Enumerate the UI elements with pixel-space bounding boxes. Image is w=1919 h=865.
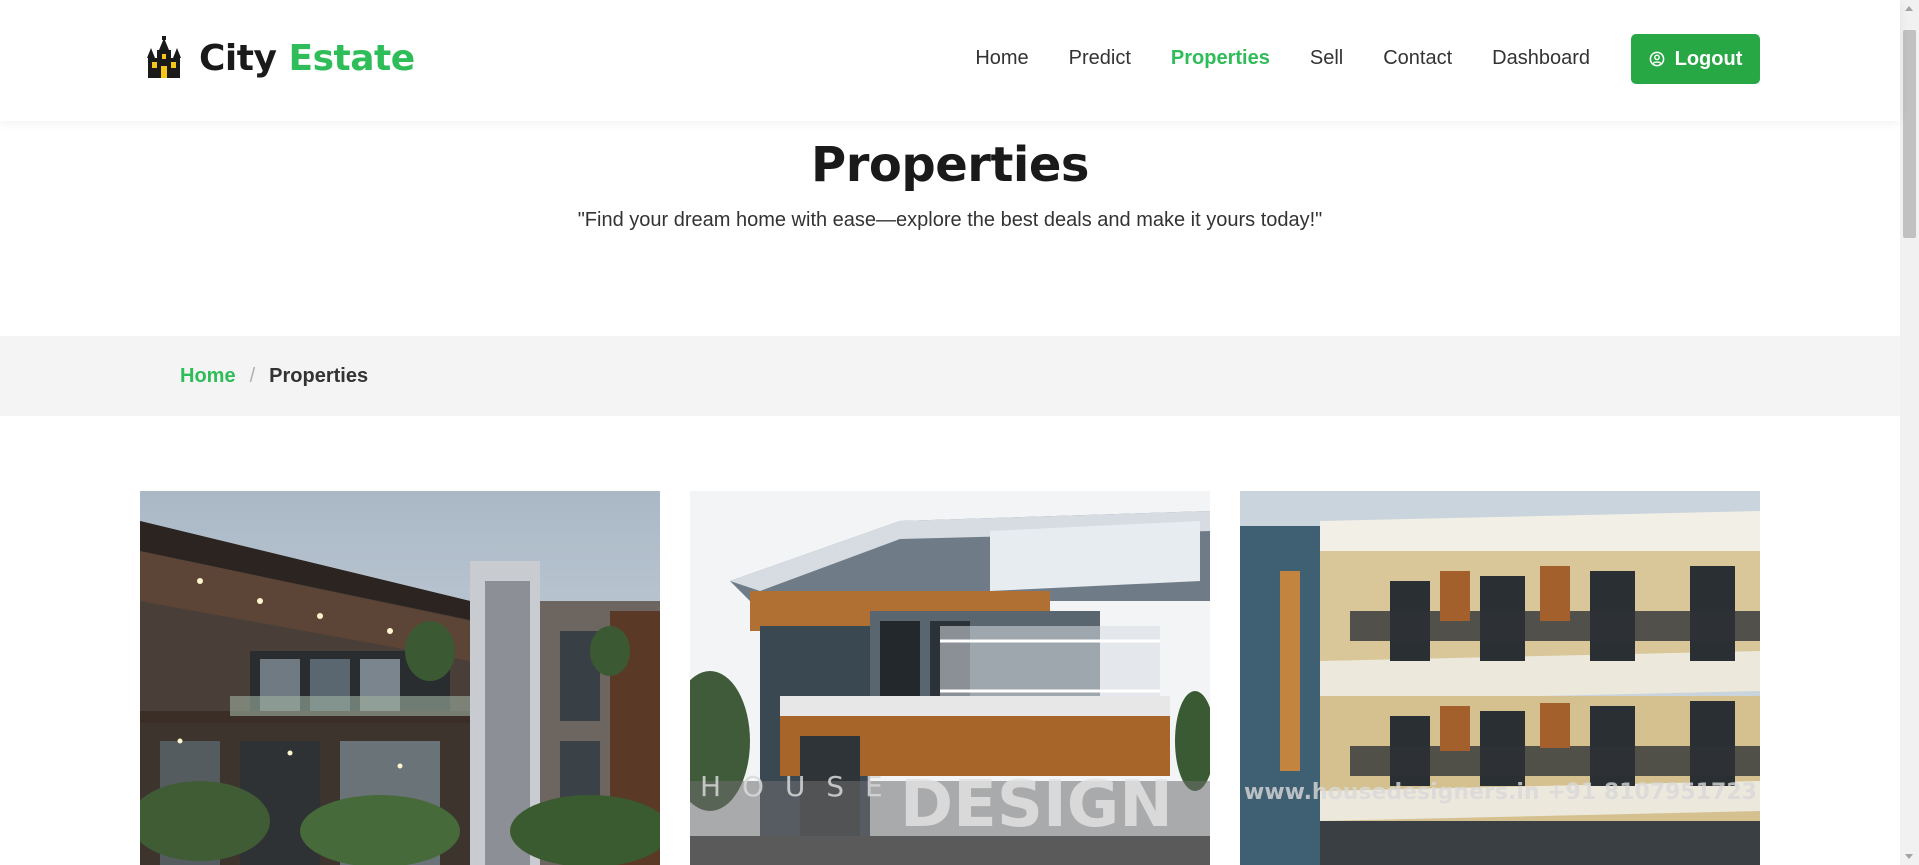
brand-logo[interactable]: City Estate [145,36,415,80]
navbar: City Estate Home Predict Properties Sell… [0,0,1900,121]
nav-link-properties[interactable]: Properties [1171,47,1270,70]
nav-link-predict[interactable]: Predict [1069,47,1131,70]
nav-menu: Home Predict Properties Sell Contact Das… [935,47,1590,70]
property-card-2[interactable]: H O U S E DESIGN [690,491,1210,865]
breadcrumb-home-link[interactable]: Home [180,365,236,388]
property-card-3[interactable]: www.housedesigners.in +91 8107951723 [1240,491,1760,865]
watermark-small-text: H O U S E [700,770,889,803]
haunted-house-icon [147,36,181,78]
breadcrumb-current: Properties [269,365,369,387]
property-image-2: H O U S E DESIGN [690,491,1210,865]
watermark-url-text: www.housedesigners.in +91 8107951723 [1244,780,1757,805]
nav-link-sell[interactable]: Sell [1310,47,1343,70]
property-card-1[interactable] [140,491,660,865]
scroll-down-arrow-icon[interactable] [1905,854,1913,859]
nav-link-contact[interactable]: Contact [1383,47,1452,70]
property-image-3: www.housedesigners.in +91 8107951723 [1240,491,1760,865]
logout-button[interactable]: Logout [1631,34,1760,84]
breadcrumb: Home / Properties [180,365,368,388]
property-image-1 [140,491,660,865]
breadcrumb-bar: Home / Properties [0,336,1900,416]
scroll-up-arrow-icon[interactable] [1905,6,1913,11]
brand-name-estate: Estate [288,37,415,79]
page-tagline: "Find your dream home with ease—explore … [577,209,1323,231]
logout-label: Logout [1674,47,1743,70]
page-scrollbar[interactable] [1900,0,1919,865]
user-circle-icon [1649,51,1664,67]
scrollbar-thumb[interactable] [1903,30,1916,238]
nav-link-home[interactable]: Home [975,47,1028,70]
watermark-design-text: DESIGN [900,768,1173,842]
nav-link-dashboard[interactable]: Dashboard [1492,47,1590,70]
page-title: Properties [811,137,1089,193]
breadcrumb-separator: / [249,365,256,387]
brand-name-city: City [199,37,277,79]
